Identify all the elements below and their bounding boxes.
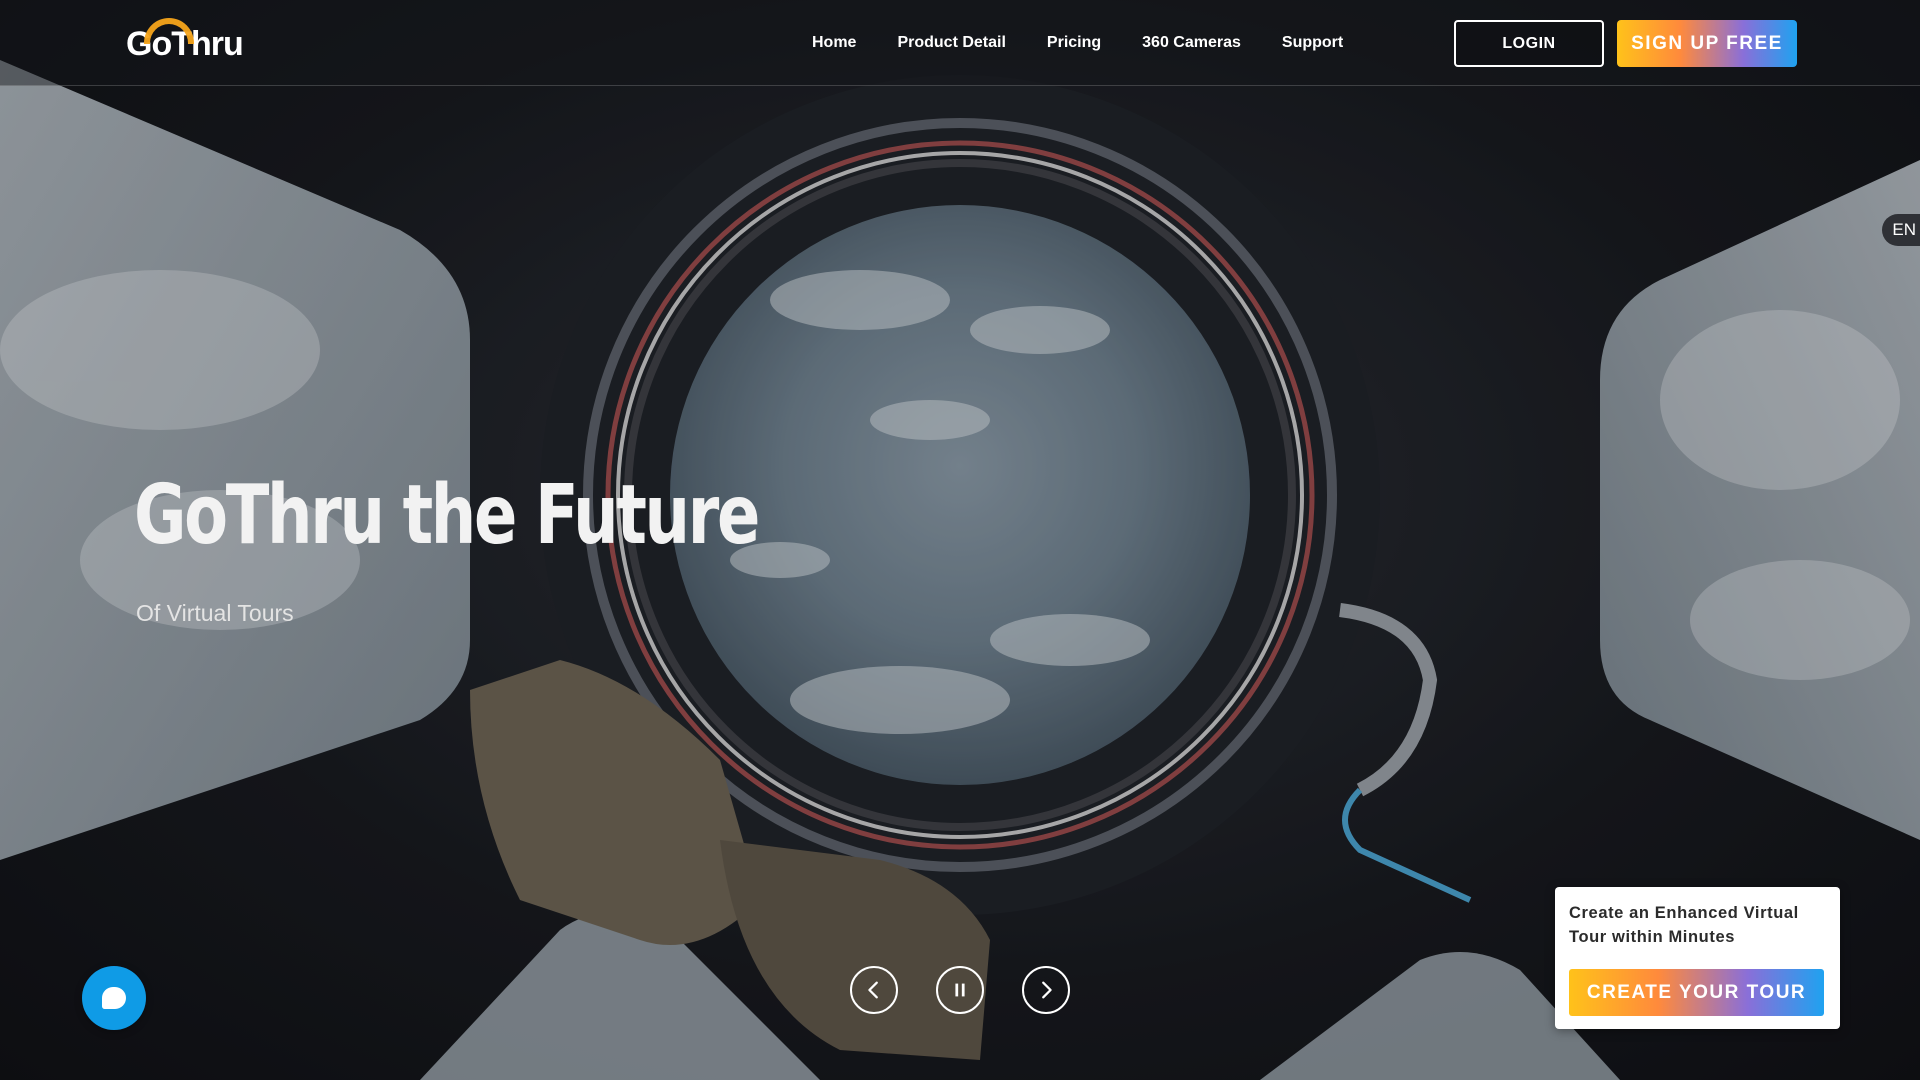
nav-item-pricing[interactable]: Pricing: [1047, 34, 1101, 52]
nav-item-home[interactable]: Home: [812, 34, 856, 52]
main-nav: Home Product Detail Pricing 360 Cameras …: [812, 0, 1384, 86]
nav-item-product-detail[interactable]: Product Detail: [897, 34, 1005, 52]
hero-title: GoThru the Future: [134, 468, 760, 563]
slider-next-button[interactable]: [1022, 966, 1070, 1014]
chat-launcher-button[interactable]: [82, 966, 146, 1030]
pause-icon: [955, 983, 965, 997]
nav-item-support[interactable]: Support: [1282, 34, 1343, 52]
login-button[interactable]: LOGIN: [1454, 20, 1604, 67]
slider-pause-button[interactable]: [936, 966, 984, 1014]
create-your-tour-button[interactable]: CREATE YOUR TOUR: [1569, 969, 1824, 1016]
gothru-logo[interactable]: GoThru: [126, 18, 244, 66]
slider-controls: [850, 966, 1070, 1014]
chevron-left-icon: [868, 981, 878, 999]
logo-arc-graphic: [144, 18, 194, 44]
nav-item-360-cameras[interactable]: 360 Cameras: [1142, 34, 1241, 52]
language-selector[interactable]: EN: [1882, 214, 1920, 246]
chat-bubble-icon: [102, 987, 126, 1009]
site-header: GoThru Home Product Detail Pricing 360 C…: [0, 0, 1920, 86]
signup-free-button[interactable]: SIGN UP FREE: [1617, 20, 1797, 67]
slider-prev-button[interactable]: [850, 966, 898, 1014]
create-tour-text: Create an Enhanced Virtual Tour within M…: [1569, 904, 1799, 946]
create-tour-card: Create an Enhanced Virtual Tour within M…: [1555, 887, 1840, 1029]
hero-subtitle: Of Virtual Tours: [136, 600, 294, 626]
chevron-right-icon: [1042, 981, 1052, 999]
